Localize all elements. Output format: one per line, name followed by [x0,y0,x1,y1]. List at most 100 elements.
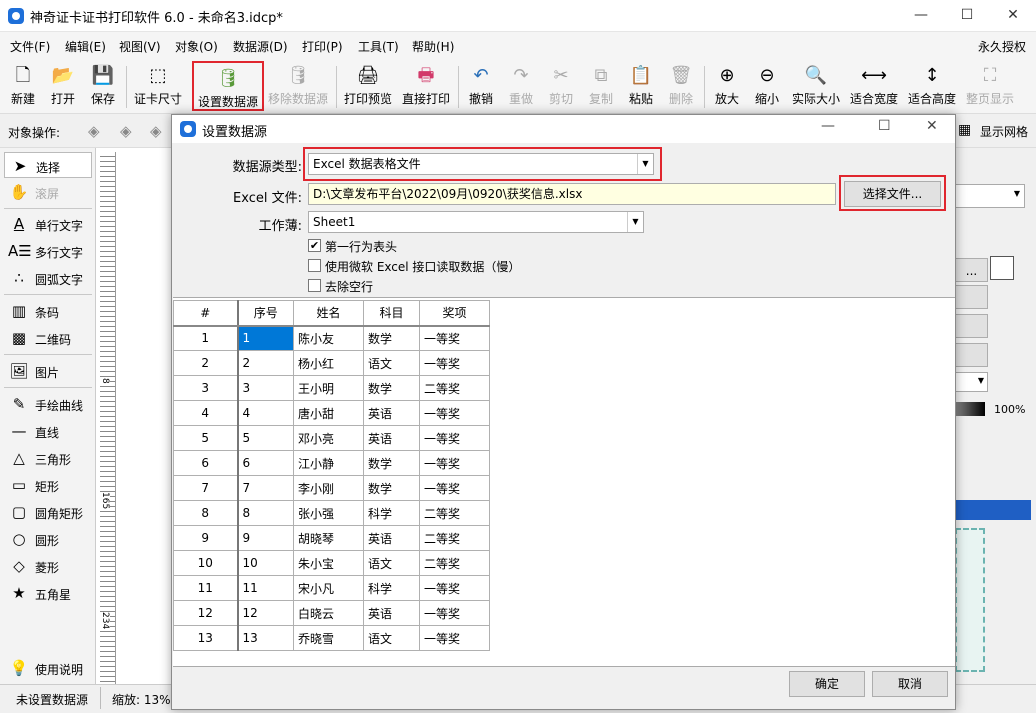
table-cell[interactable]: 11 [237,575,294,601]
row-number-cell[interactable]: 9 [173,525,239,551]
menu-tools[interactable]: 工具(T) [358,38,399,55]
table-cell[interactable]: 唐小甜 [293,400,364,426]
table-cell[interactable]: 8 [237,500,294,526]
table-cell[interactable]: 科学 [363,575,420,601]
table-cell[interactable]: 英语 [363,425,420,451]
delete-button[interactable]: 🗑 删除 [664,60,698,112]
tool-image[interactable]: 🖼 图片 [4,358,92,384]
use-excel-interface-checkbox[interactable] [308,259,321,272]
column-header[interactable]: 序号 [237,300,294,327]
menu-print[interactable]: 打印(P) [302,38,343,55]
table-cell[interactable]: 李小刚 [293,475,364,501]
direct-print-button[interactable]: 🖶 直接打印 [400,60,452,112]
column-header[interactable]: 姓名 [293,300,364,327]
table-cell[interactable]: 6 [237,450,294,476]
table-cell[interactable]: 5 [237,425,294,451]
tool-line[interactable]: — 直线 [4,418,92,444]
table-cell[interactable]: 一等奖 [419,350,490,376]
layer-bottom-icon[interactable]: ◈ [150,122,162,140]
remove-empty-rows-label[interactable]: 去除空行 [325,278,373,295]
close-button[interactable]: ✕ [926,118,938,134]
cancel-button[interactable]: 取消 [872,671,948,697]
tool-star[interactable]: ★ 五角星 [4,580,92,606]
use-excel-interface-label[interactable]: 使用微软 Excel 接口读取数据（慢） [325,258,520,275]
row-number-cell[interactable]: 4 [173,400,239,426]
table-cell[interactable]: 语文 [363,625,420,651]
table-cell[interactable]: 王小明 [293,375,364,401]
table-row[interactable]: 7 7 李小刚 数学 一等奖 [173,475,490,501]
open-button[interactable]: 📂 打开 [46,60,80,112]
full-page-button[interactable]: ⛶ 整页显示 [964,60,1016,112]
first-row-header-checkbox[interactable]: ✔ [308,239,321,252]
table-cell[interactable]: 二等奖 [419,375,490,401]
row-number-cell[interactable]: 10 [173,550,239,576]
table-cell[interactable]: 乔晓雪 [293,625,364,651]
set-datasource-button[interactable]: 🛢 设置数据源 [192,61,264,111]
row-number-cell[interactable]: 6 [173,450,239,476]
menu-edit[interactable]: 编辑(E) [65,38,106,55]
cut-button[interactable]: ✂ 剪切 [544,60,578,112]
maximize-button[interactable]: ☐ [944,0,990,32]
row-number-cell[interactable]: 8 [173,500,239,526]
table-cell[interactable]: 9 [237,525,294,551]
table-cell[interactable]: 二等奖 [419,550,490,576]
actual-size-button[interactable]: 🔍 实际大小 [790,60,842,112]
opacity-slider[interactable] [955,402,985,416]
table-cell[interactable]: 科学 [363,500,420,526]
card-size-button[interactable]: ⬚ 证卡尺寸 [132,60,184,112]
zoom-in-button[interactable]: ⊕ 放大 [710,60,744,112]
redo-button[interactable]: ↷ 重做 [504,60,538,112]
table-row[interactable]: 3 3 王小明 数学 二等奖 [173,375,490,401]
table-row[interactable]: 4 4 唐小甜 英语 一等奖 [173,400,490,426]
close-button[interactable]: ✕ [990,0,1036,32]
table-cell[interactable]: 邓小亮 [293,425,364,451]
tool-multi-line-text[interactable]: A☰ 多行文字 [4,238,92,264]
menu-help[interactable]: 帮助(H) [412,38,454,55]
tool-select[interactable]: ➤ 选择 [4,152,92,178]
data-preview-grid[interactable]: # 序号 姓名 科目 奖项 1 1 陈小友 数学 一等奖 2 2 杨小红 语文 一等奖 3 3 王小明数… [173,297,955,667]
choose-file-button[interactable]: 选择文件... [844,181,941,207]
print-preview-button[interactable]: 🖨 打印预览 [342,60,394,112]
table-cell[interactable]: 数学 [363,450,420,476]
property-select[interactable]: ▼ [955,372,988,392]
table-cell[interactable]: 一等奖 [419,400,490,426]
tool-rounded-rectangle[interactable]: ▢ 圆角矩形 [4,499,92,525]
menu-object[interactable]: 对象(O) [175,38,218,55]
property-button[interactable] [955,343,988,367]
row-number-cell[interactable]: 7 [173,475,239,501]
grid-icon[interactable]: ▦ [958,122,971,138]
tool-scroll[interactable]: ✋ 滚屏 [4,179,92,205]
table-cell[interactable]: 一等奖 [419,425,490,451]
table-row[interactable]: 2 2 杨小红 语文 一等奖 [173,350,490,376]
layer-up-icon[interactable]: ◈ [88,122,100,140]
table-row[interactable]: 8 8 张小强 科学 二等奖 [173,500,490,526]
table-cell[interactable]: 英语 [363,600,420,626]
table-cell[interactable]: 4 [237,400,294,426]
row-number-cell[interactable]: 1 [173,325,239,351]
sheet-select[interactable]: Sheet1 ▼ [308,211,644,233]
paste-button[interactable]: 📋 粘贴 [624,60,658,112]
table-row[interactable]: 1 1 陈小友 数学 一等奖 [173,325,490,351]
menu-datasource[interactable]: 数据源(D) [233,38,288,55]
color-swatch[interactable] [990,256,1014,280]
tool-rectangle[interactable]: ▭ 矩形 [4,472,92,498]
table-row[interactable]: 11 11 宋小凡 科学 一等奖 [173,575,490,601]
table-cell[interactable]: 朱小宝 [293,550,364,576]
table-cell[interactable]: 一等奖 [419,575,490,601]
zoom-out-button[interactable]: ⊖ 缩小 [750,60,784,112]
tool-arc-text[interactable]: ∴ 圆弧文字 [4,265,92,291]
tool-qrcode[interactable]: ▩ 二维码 [4,325,92,351]
row-number-cell[interactable]: 3 [173,375,239,401]
row-number-cell[interactable]: 11 [173,575,239,601]
tool-diamond[interactable]: ◇ 菱形 [4,553,92,579]
table-cell[interactable]: 语文 [363,550,420,576]
table-cell[interactable]: 英语 [363,525,420,551]
undo-button[interactable]: ↶ 撤销 [464,60,498,112]
menu-view[interactable]: 视图(V) [119,38,161,55]
table-cell[interactable]: 3 [237,375,294,401]
copy-button[interactable]: ⧉ 复制 [584,60,618,112]
table-cell[interactable]: 1 [237,325,294,351]
table-cell[interactable]: 英语 [363,400,420,426]
property-button[interactable] [955,314,988,338]
table-row[interactable]: 6 6 江小静 数学 一等奖 [173,450,490,476]
